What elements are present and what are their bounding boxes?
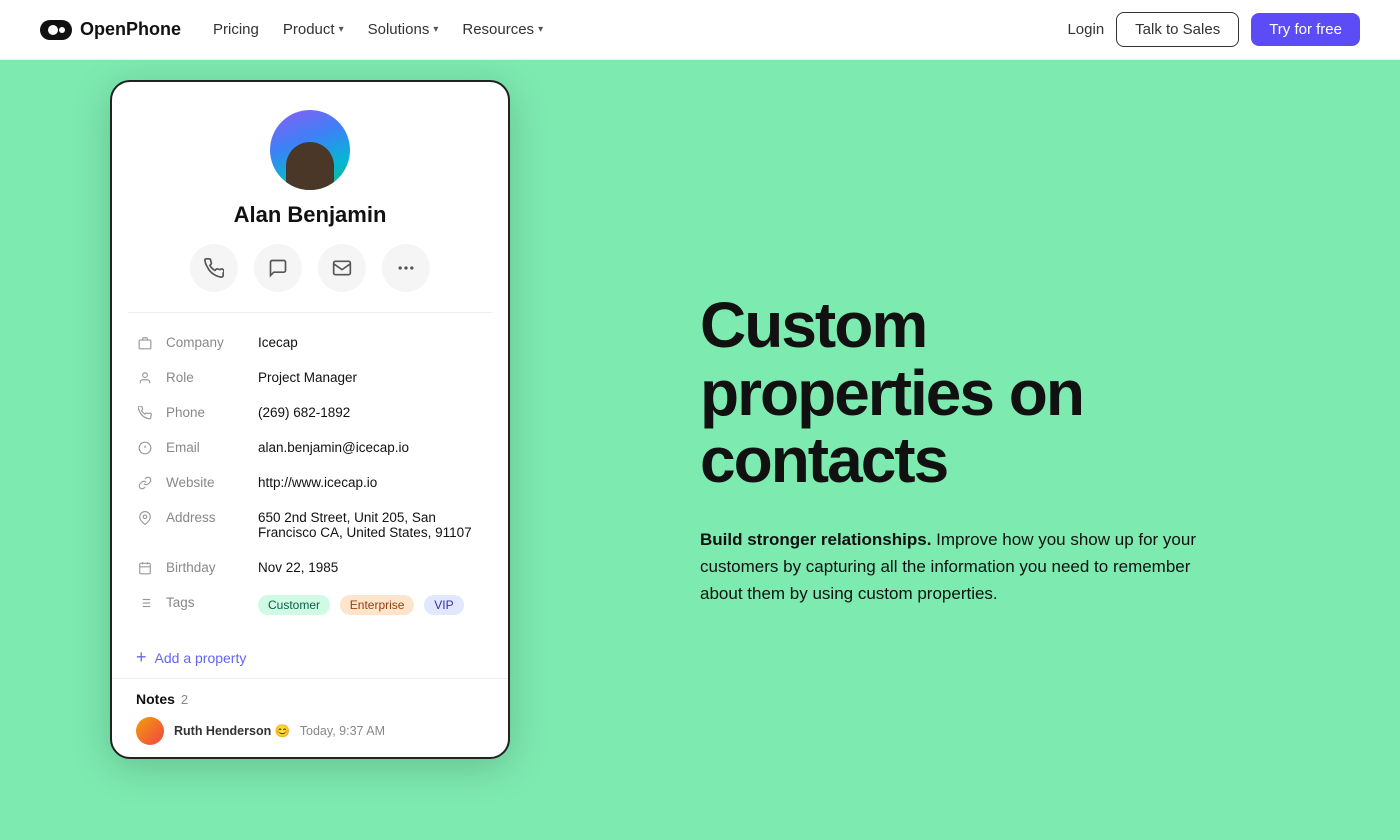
notes-count: 2 — [181, 692, 188, 707]
email-button[interactable] — [318, 244, 366, 292]
nav-links: Pricing Product ▾ Solutions ▾ Resources … — [213, 21, 543, 38]
logo-text: OpenPhone — [80, 19, 181, 40]
nav-pricing[interactable]: Pricing — [213, 21, 259, 38]
company-icon — [136, 336, 154, 350]
left-panel: Alan Benjamin — [0, 60, 620, 840]
phone-prop-icon — [136, 406, 154, 420]
note-author-name: Ruth Henderson — [174, 724, 271, 738]
solutions-chevron-icon: ▾ — [433, 24, 438, 35]
tag-customer[interactable]: Customer — [258, 595, 330, 615]
email-label: Email — [166, 440, 246, 455]
prop-tags: Tags Customer Enterprise VIP — [112, 585, 508, 625]
add-property-button[interactable]: + Add a property — [112, 637, 508, 678]
notes-header: Notes 2 — [136, 691, 484, 707]
role-value: Project Manager — [258, 370, 484, 385]
note-time: Today, 9:37 AM — [300, 724, 385, 738]
note-emoji: 😊 — [275, 724, 291, 738]
tags-icon — [136, 596, 154, 610]
note-preview: Ruth Henderson 😊 Today, 9:37 AM — [136, 717, 484, 745]
nav-right: Login Talk to Sales Try for free — [1067, 12, 1360, 47]
notes-section: Notes 2 Ruth Henderson 😊 Today, 9:37 AM — [112, 678, 508, 757]
phone-value: (269) 682-1892 — [258, 405, 484, 420]
right-panel: Custom properties on contacts Build stro… — [620, 60, 1400, 840]
avatar — [270, 110, 350, 190]
hero-text: Custom properties on contacts Build stro… — [700, 292, 1220, 607]
properties-list: Company Icecap Role Project Manager Phon… — [112, 313, 508, 637]
company-value: Icecap — [258, 335, 484, 350]
nav-left: OpenPhone Pricing Product ▾ Solutions ▾ … — [40, 19, 543, 40]
company-label: Company — [166, 335, 246, 350]
prop-role: Role Project Manager — [112, 360, 508, 395]
main-content: Alan Benjamin — [0, 60, 1400, 840]
hero-description: Build stronger relationships. Improve ho… — [700, 526, 1220, 608]
role-label: Role — [166, 370, 246, 385]
hero-title: Custom properties on contacts — [700, 292, 1220, 494]
chat-icon — [268, 258, 288, 278]
role-icon — [136, 371, 154, 385]
notes-label: Notes — [136, 691, 175, 707]
more-button[interactable] — [382, 244, 430, 292]
note-meta: Ruth Henderson 😊 Today, 9:37 AM — [174, 724, 385, 739]
website-value: http://www.icecap.io — [258, 475, 484, 490]
logo[interactable]: OpenPhone — [40, 19, 181, 40]
plus-icon: + — [136, 647, 147, 668]
add-property-label: Add a property — [155, 650, 247, 666]
nav-resources[interactable]: Resources ▾ — [462, 21, 543, 38]
message-button[interactable] — [254, 244, 302, 292]
address-label: Address — [166, 510, 246, 525]
birthday-value: Nov 22, 1985 — [258, 560, 484, 575]
address-value: 650 2nd Street, Unit 205, San Francisco … — [258, 510, 484, 540]
birthday-label: Birthday — [166, 560, 246, 575]
action-buttons — [190, 244, 430, 292]
resources-chevron-icon: ▾ — [538, 24, 543, 35]
prop-email: Email alan.benjamin@icecap.io — [112, 430, 508, 465]
talk-to-sales-button[interactable]: Talk to Sales — [1116, 12, 1239, 47]
nav-solutions[interactable]: Solutions ▾ — [368, 21, 439, 38]
prop-company: Company Icecap — [112, 325, 508, 360]
nav-product[interactable]: Product ▾ — [283, 21, 344, 38]
prop-website: Website http://www.icecap.io — [112, 465, 508, 500]
contact-card: Alan Benjamin — [110, 80, 510, 759]
card-header: Alan Benjamin — [112, 82, 508, 312]
contact-name: Alan Benjamin — [234, 202, 387, 228]
website-label: Website — [166, 475, 246, 490]
email-prop-icon — [136, 441, 154, 455]
prop-phone: Phone (269) 682-1892 — [112, 395, 508, 430]
address-icon — [136, 511, 154, 525]
birthday-icon — [136, 561, 154, 575]
phone-icon — [204, 258, 224, 278]
try-for-free-button[interactable]: Try for free — [1251, 13, 1360, 46]
email-value: alan.benjamin@icecap.io — [258, 440, 484, 455]
phone-label: Phone — [166, 405, 246, 420]
more-icon — [396, 258, 416, 278]
tags-label: Tags — [166, 595, 246, 610]
call-button[interactable] — [190, 244, 238, 292]
tags-value: Customer Enterprise VIP — [258, 595, 484, 615]
tag-vip[interactable]: VIP — [424, 595, 463, 615]
prop-birthday: Birthday Nov 22, 1985 — [112, 550, 508, 585]
navbar: OpenPhone Pricing Product ▾ Solutions ▾ … — [0, 0, 1400, 60]
hero-desc-bold: Build stronger relationships. — [700, 530, 931, 549]
website-icon — [136, 476, 154, 490]
tag-enterprise[interactable]: Enterprise — [340, 595, 415, 615]
email-icon — [332, 258, 352, 278]
note-author-avatar — [136, 717, 164, 745]
login-button[interactable]: Login — [1067, 21, 1104, 38]
product-chevron-icon: ▾ — [339, 24, 344, 35]
logo-icon — [40, 20, 72, 40]
prop-address: Address 650 2nd Street, Unit 205, San Fr… — [112, 500, 508, 550]
